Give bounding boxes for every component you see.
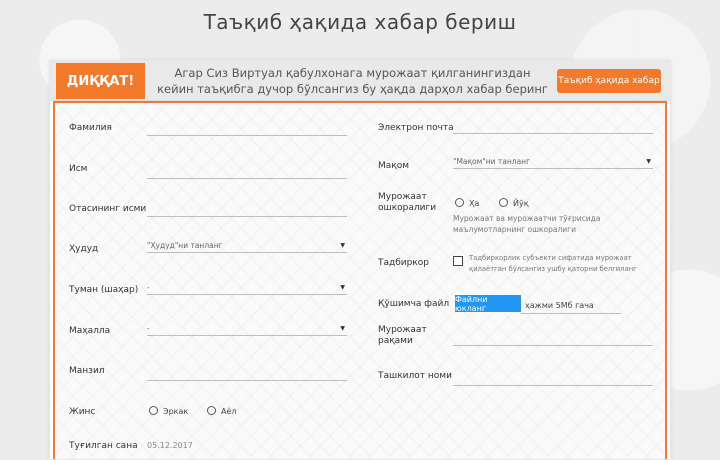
extra-file-label: Қўшимча файл <box>378 299 450 309</box>
openness-note: Мурожаат ва мурожаатчи тўғрисида маълумо… <box>453 214 601 234</box>
birthdate-input[interactable]: 05.12.2017 <box>147 441 193 450</box>
appeal-number-label: Мурожаат рақами <box>378 325 427 346</box>
upload-file-button[interactable]: Файлни юкланг <box>455 295 521 313</box>
warning-text: Агар Сиз Виртуал қабулхонага мурожаат қи… <box>157 66 548 96</box>
mahalla-label: Маҳалла <box>69 326 111 336</box>
email-input[interactable] <box>453 133 653 134</box>
gender-female-label: Аёл <box>221 407 237 416</box>
mahalla-select[interactable]: - ▼ <box>147 324 347 336</box>
status-label: Мақом <box>378 161 410 171</box>
file-hint-underline <box>521 313 621 314</box>
region-select-value: "Ҳудуд"ни танланг <box>147 241 223 250</box>
name-label: Исм <box>69 164 88 174</box>
file-size-hint: ҳажми 5Мб гача <box>525 301 594 310</box>
patronymic-label: Отасининг исми <box>69 204 147 214</box>
organization-input[interactable] <box>453 385 653 386</box>
warning-badge: ДИҚҚАТ! <box>56 63 145 99</box>
gender-female-radio[interactable] <box>207 406 216 415</box>
entrepreneur-label: Тадбиркор <box>378 258 430 268</box>
openness-yes-label: Ҳа <box>469 199 480 208</box>
address-label: Манзил <box>69 366 105 376</box>
warning-banner: ДИҚҚАТ! Агар Сиз Виртуал қабулхонага мур… <box>50 61 670 101</box>
district-label: Туман (шаҳар) <box>69 285 139 295</box>
entrepreneur-note: Тадбиркорлик субъекти сифатида мурожаат … <box>469 254 637 273</box>
page-title: Таъқиб ҳақида хабар бериш <box>203 10 517 34</box>
name-input[interactable] <box>147 178 347 179</box>
patronymic-input[interactable] <box>147 216 347 217</box>
mahalla-select-value: - <box>147 324 150 333</box>
gender-male-radio[interactable] <box>149 406 158 415</box>
address-input[interactable] <box>147 380 347 381</box>
report-form-panel: ДИҚҚАТ! Агар Сиз Виртуал қабулхонага мур… <box>49 60 671 460</box>
appeal-number-input[interactable] <box>453 345 653 346</box>
email-label: Электрон почта <box>378 123 454 133</box>
chevron-down-icon: ▼ <box>340 284 345 291</box>
status-select-value: "Мақом"ни танланг <box>453 157 531 166</box>
chevron-down-icon: ▼ <box>340 242 345 249</box>
birthdate-label: Туғилган сана <box>69 441 138 451</box>
status-select[interactable]: "Мақом"ни танланг ▼ <box>453 157 653 169</box>
openness-yes-radio[interactable] <box>455 198 464 207</box>
gender-label: Жинс <box>69 407 96 417</box>
surname-input[interactable] <box>147 135 347 136</box>
form-area: Фамилия Исм Отасининг исми Ҳудуд "Ҳудуд"… <box>53 101 667 459</box>
report-harassment-button[interactable]: Таъқиб ҳақида хабар <box>557 69 661 93</box>
openness-label: Мурожаат ошкоралиги <box>378 192 437 213</box>
gender-male-label: Эркак <box>163 407 189 416</box>
chevron-down-icon: ▼ <box>646 158 651 165</box>
district-select[interactable]: - ▼ <box>147 283 347 295</box>
organization-label: Ташкилот номи <box>378 371 452 381</box>
entrepreneur-checkbox[interactable] <box>453 256 463 266</box>
chevron-down-icon: ▼ <box>340 325 345 332</box>
region-label: Ҳудуд <box>69 244 99 254</box>
region-select[interactable]: "Ҳудуд"ни танланг ▼ <box>147 241 347 253</box>
openness-no-radio[interactable] <box>499 198 508 207</box>
openness-no-label: Йўқ <box>513 199 529 208</box>
district-select-value: - <box>147 283 150 292</box>
surname-label: Фамилия <box>69 123 112 133</box>
